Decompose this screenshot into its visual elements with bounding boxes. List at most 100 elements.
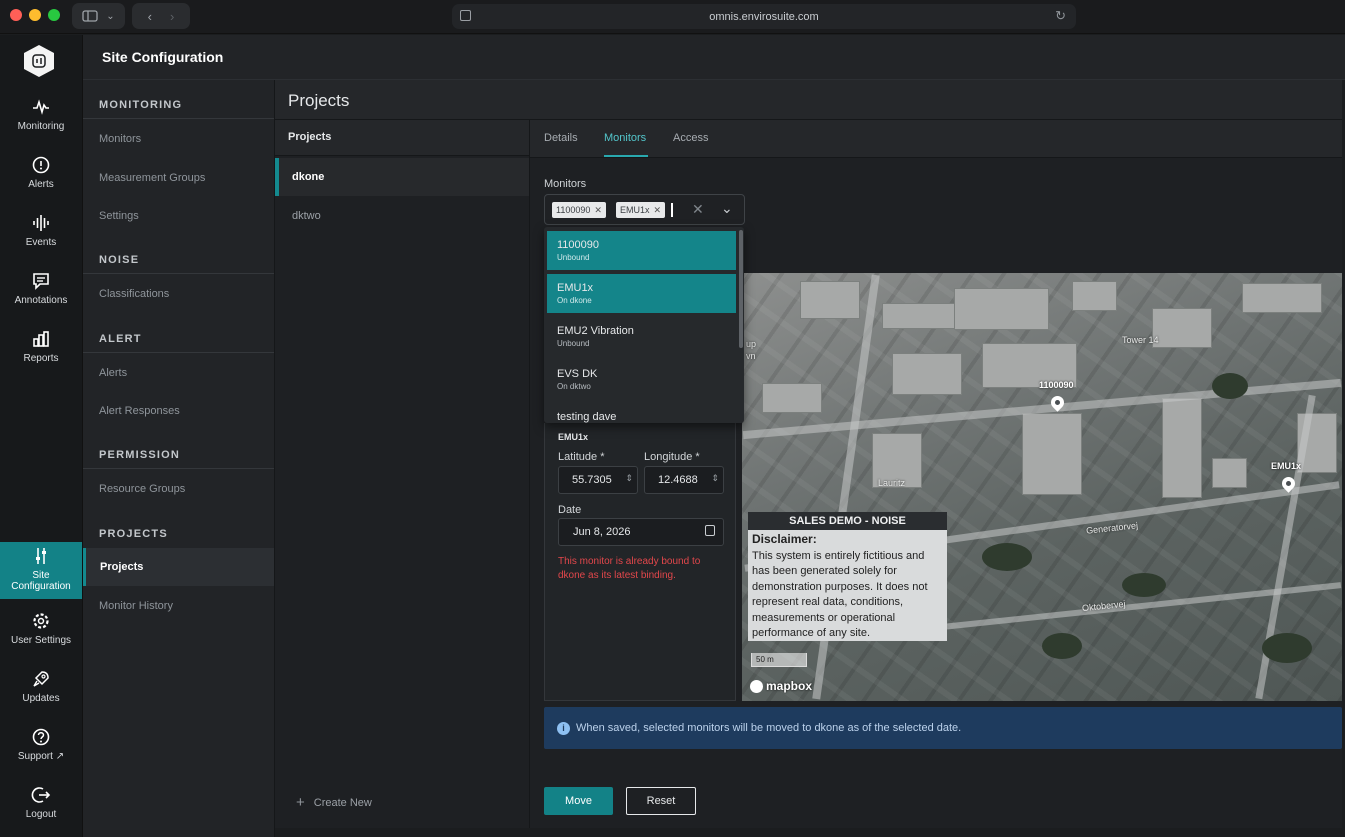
option-status: Unbound [557, 339, 590, 348]
main-area: Projects Projects dkone dktwo + Create N… [275, 80, 1342, 828]
disclaimer-heading: Disclaimer: [752, 532, 817, 546]
option-name: EMU1x [557, 282, 594, 294]
rail-item-reports[interactable]: Reports [0, 329, 82, 381]
map-scale: 50 m [751, 653, 807, 667]
option-emu2-vibration[interactable]: EMU2 Vibration Unbound [547, 317, 736, 356]
map-view[interactable]: Tower 14 Lauritz Generatorvej Oktobervej… [742, 273, 1342, 701]
plus-icon: + [296, 794, 305, 811]
tab-access[interactable]: Access [673, 132, 708, 144]
url-text: omnis.envirosuite.com [709, 10, 819, 23]
reset-button[interactable]: Reset [626, 787, 696, 815]
rail-label: Site [32, 570, 50, 581]
dropdown-scrollbar[interactable] [739, 230, 743, 348]
divider [83, 468, 274, 469]
sidebar-item-measurement-groups[interactable]: Measurement Groups [99, 172, 205, 184]
sidebar-item-alert-responses[interactable]: Alert Responses [99, 405, 180, 417]
rail-item-monitoring[interactable]: Monitoring [0, 97, 82, 149]
chevron-down-icon[interactable]: ⌄ [721, 200, 733, 217]
rail-item-logout[interactable]: Logout [0, 785, 82, 837]
project-label: dkone [292, 171, 325, 183]
mapbox-attribution[interactable]: mapbox [750, 679, 812, 693]
history-nav: ‹ › [132, 3, 190, 29]
browser-titlebar: ⌄ ‹ › omnis.envirosuite.com ↻ [0, 0, 1345, 34]
map-label: vn [746, 351, 756, 361]
rail-label: Annotations [14, 295, 68, 306]
config-sidebar: Site Configuration MONITORING Monitors M… [83, 35, 1345, 837]
sidebar-item-alerts[interactable]: Alerts [99, 367, 127, 379]
sidebar-item-settings[interactable]: Settings [99, 210, 139, 222]
close-window-button[interactable] [10, 9, 22, 21]
back-icon[interactable]: ‹ [148, 9, 152, 24]
remove-chip-icon[interactable]: ✕ [594, 205, 602, 215]
date-input[interactable]: Jun 8, 2026 [558, 518, 724, 546]
option-status: On dktwo [557, 382, 591, 391]
sidebar-item-projects[interactable]: Projects [83, 548, 274, 586]
map-label: Lauritz [878, 478, 906, 488]
external-link-icon: ↗ [55, 751, 65, 762]
app-logo[interactable] [24, 45, 54, 77]
rail-item-site-configuration[interactable]: Site Configuration [0, 542, 82, 599]
move-button[interactable]: Move [544, 787, 613, 815]
sidebar-item-classifications[interactable]: Classifications [99, 288, 169, 300]
rail-item-annotations[interactable]: Annotations [0, 271, 82, 323]
remove-chip-icon[interactable]: ✕ [654, 205, 662, 215]
pulse-icon [33, 99, 49, 115]
divider [83, 352, 274, 353]
option-testing-dave[interactable]: testing dave [547, 403, 736, 423]
map-tree [1042, 633, 1082, 659]
calendar-icon[interactable] [705, 525, 715, 536]
page-settings-icon[interactable] [460, 10, 471, 21]
map-label: Tower 14 [1122, 335, 1159, 345]
latitude-label: Latitude * [558, 451, 605, 463]
stepper-icon[interactable]: ⇕ [711, 473, 719, 484]
map-building [954, 288, 1049, 330]
reload-icon[interactable]: ↻ [1055, 8, 1066, 24]
create-new-button[interactable]: + Create New [296, 794, 372, 811]
chip-label: 1100090 [556, 205, 591, 215]
forward-icon[interactable]: › [170, 9, 174, 24]
project-list: Projects dkone dktwo + Create New [275, 120, 530, 828]
clear-icon[interactable]: ✕ [692, 201, 704, 218]
stepper-icon[interactable]: ⇕ [625, 473, 633, 484]
longitude-input[interactable]: 12.4688 ⇕ [644, 466, 724, 494]
rail-item-support[interactable]: Support ↗ [0, 727, 82, 779]
divider [83, 273, 274, 274]
rail-item-events[interactable]: Events [0, 213, 82, 265]
rail-item-alerts[interactable]: Alerts [0, 155, 82, 207]
monitors-multiselect[interactable]: 1100090 ✕ EMU1x ✕ ✕ ⌄ [544, 194, 745, 225]
attribution-label: mapbox [766, 679, 813, 693]
option-evs-dk[interactable]: EVS DK On dktwo [547, 360, 736, 399]
tab-monitors[interactable]: Monitors [604, 132, 646, 144]
rail-item-updates[interactable]: Updates [0, 669, 82, 721]
minimize-window-button[interactable] [29, 9, 41, 21]
sidebar-item-monitor-history[interactable]: Monitor History [99, 600, 173, 612]
icon-rail: Monitoring Alerts Events Annotations Rep… [0, 35, 83, 837]
latitude-input[interactable]: 55.7305 ⇕ [558, 466, 638, 494]
longitude-label: Longitude * [644, 451, 700, 463]
main-title: Projects [275, 80, 1342, 120]
sidebar-item-monitors[interactable]: Monitors [99, 133, 141, 145]
monitor-chip: EMU1x ✕ [616, 202, 666, 218]
tab-details[interactable]: Details [544, 132, 578, 144]
option-1100090[interactable]: 1100090 Unbound [547, 231, 736, 270]
logo-icon [32, 54, 46, 68]
map-building [1072, 281, 1117, 311]
option-name: testing dave [557, 411, 617, 423]
address-bar[interactable]: omnis.envirosuite.com ↻ [452, 4, 1076, 29]
chevron-down-icon: ⌄ [106, 10, 115, 22]
map-label: up [746, 339, 757, 349]
project-item-dkone[interactable]: dkone [275, 158, 529, 196]
rail-item-user-settings[interactable]: User Settings [0, 611, 82, 663]
section-title-monitoring: MONITORING [99, 99, 183, 111]
rocket-icon [33, 671, 49, 687]
latitude-value: 55.7305 [572, 474, 612, 486]
sidebar-toggle-button[interactable]: ⌄ [72, 3, 125, 29]
option-emu1x[interactable]: EMU1x On dkone [547, 274, 736, 313]
zoom-window-button[interactable] [48, 9, 60, 21]
map-building [800, 281, 860, 319]
sidebar-item-label: Projects [100, 561, 144, 573]
sidebar-item-resource-groups[interactable]: Resource Groups [99, 483, 185, 495]
option-status: On dkone [557, 296, 592, 305]
project-item-dktwo[interactable]: dktwo [292, 210, 321, 222]
date-label: Date [558, 504, 582, 516]
